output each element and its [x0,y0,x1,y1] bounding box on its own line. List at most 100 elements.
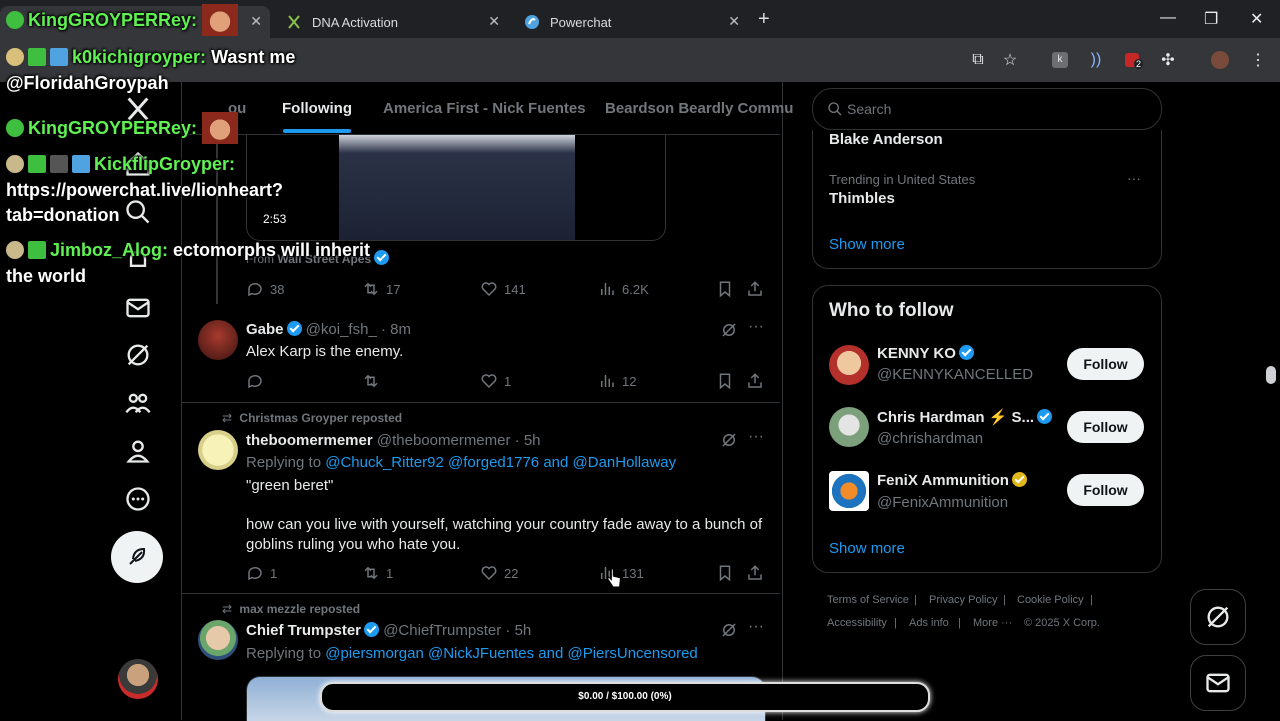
extension-audio-icon[interactable]: )) [1086,50,1106,70]
repost-stat[interactable] [362,372,386,390]
author-handle[interactable]: @ChiefTrumpster [383,622,501,639]
author-handle[interactable]: @koi_fsh_ [306,321,377,338]
close-window-icon[interactable]: ✕ [1250,9,1263,29]
post-time[interactable]: · 5h [505,622,531,639]
avatar[interactable] [829,345,869,385]
suggestion-name[interactable]: FeniX Ammunition [877,472,1027,489]
bookmark-button[interactable] [716,372,740,390]
like-stat[interactable]: 22 [480,564,518,582]
footer-ads-link[interactable]: Ads info [909,617,949,629]
trend-more-icon[interactable]: ··· [1127,170,1141,186]
show-more-link[interactable]: Show more [829,540,905,557]
mention-link[interactable]: @NickJFuentes [428,645,534,662]
minimize-icon[interactable]: — [1160,9,1176,27]
mention-link[interactable]: @Chuck_Ritter92 [325,454,444,471]
account-avatar[interactable] [118,659,158,699]
profile-icon[interactable] [124,437,152,465]
tab-following[interactable]: Following [282,100,352,117]
mention-link[interactable]: @piersmorgan [325,645,424,662]
communities-icon[interactable] [124,389,152,417]
suggestion-handle[interactable]: @chrishardman [877,430,983,447]
page-scrollbar-thumb[interactable] [1266,366,1276,384]
views-stat[interactable]: 6.2K [598,280,649,298]
author-name[interactable]: Gabe [246,321,284,338]
extensions-puzzle-icon[interactable]: ✣ [1158,50,1178,70]
post-more-icon[interactable]: ··· [748,428,764,446]
suggestion-name[interactable]: Chris Hardman ⚡ S... [877,408,1053,426]
reply-stat[interactable]: 38 [246,280,284,298]
restore-icon[interactable]: ❐ [1204,9,1218,29]
compose-post-button[interactable] [111,531,163,583]
share-button[interactable] [746,280,770,298]
repost-by-label[interactable]: max mezzle reposted [239,602,360,616]
trend-name[interactable]: Thimbles [829,190,895,207]
close-tab-icon[interactable]: ✕ [728,13,740,30]
extension-red-icon[interactable]: 2 [1122,50,1144,70]
browser-tab-powerchat[interactable]: Powerchat ✕ [514,6,748,38]
tab-beardson-community[interactable]: Beardson Beardly Commu [605,100,793,117]
footer-accessibility-link[interactable]: Accessibility [827,617,887,629]
new-tab-plus-icon[interactable]: + [758,8,770,31]
profile-avatar-icon[interactable] [1210,50,1230,70]
post-time[interactable]: · 5h [515,432,541,449]
install-app-icon[interactable]: ⧉ [968,50,988,70]
mention-link[interactable]: @DanHollaway [573,454,677,471]
follow-button[interactable]: Follow [1067,348,1144,380]
reply-stat[interactable] [246,372,270,390]
avatar[interactable] [829,407,869,447]
repost-by-label[interactable]: Christmas Groyper reposted [239,411,402,425]
video-preview[interactable]: 2:53 [246,134,666,241]
repost-stat[interactable]: 1 [362,564,393,582]
suggestion-handle[interactable]: @FenixAmmunition [877,494,1008,511]
bookmark-star-icon[interactable]: ☆ [1000,50,1020,70]
footer-privacy-link[interactable]: Privacy Policy [929,594,997,606]
messages-envelope-icon[interactable] [124,294,152,322]
extension-k-icon[interactable]: k [1050,50,1070,70]
bookmark-button[interactable] [716,280,740,298]
repost-stat[interactable]: 17 [362,280,400,298]
more-circle-icon[interactable] [124,485,152,513]
grok-floating-button[interactable] [1190,589,1246,645]
trend-name[interactable]: Blake Anderson [829,131,943,148]
grok-post-icon[interactable] [720,621,738,644]
grok-post-icon[interactable] [720,321,738,344]
author-name[interactable]: Chief Trumpster [246,622,361,639]
messages-floating-button[interactable] [1190,655,1246,711]
mention-link[interactable]: @PiersUncensored [567,645,697,662]
avatar[interactable] [198,430,238,470]
avatar[interactable] [198,620,238,660]
browser-tab-dna-activation[interactable]: DNA Activation ✕ [276,6,508,38]
footer-more-link[interactable]: More ··· [973,617,1012,629]
reply-icon [248,282,262,297]
post-more-icon[interactable]: ··· [748,618,764,636]
show-more-link[interactable]: Show more [829,236,905,253]
reply-stat[interactable]: 1 [246,564,277,582]
avatar[interactable] [198,320,238,360]
close-tab-icon[interactable]: ✕ [488,13,500,30]
suggestion-handle[interactable]: @KENNYKANCELLED [877,366,1033,383]
bookmark-button[interactable] [716,564,740,582]
browser-menu-icon[interactable]: ⋮ [1248,50,1268,70]
suggestion-name[interactable]: KENNY KO [877,345,974,362]
footer-terms-link[interactable]: Terms of Service [827,594,909,606]
views-stat[interactable]: 12 [598,372,636,390]
grok-post-icon[interactable] [720,431,738,454]
like-stat[interactable]: 141 [480,280,526,298]
close-tab-icon[interactable]: ✕ [250,13,262,30]
share-button[interactable] [746,372,770,390]
follow-button[interactable]: Follow [1067,411,1144,443]
search-nav-icon[interactable] [124,198,152,226]
author-name[interactable]: theboomermemer [246,432,373,449]
avatar[interactable] [829,471,869,511]
search-input[interactable]: Search [812,88,1162,130]
post-time[interactable]: · 8m [381,321,411,338]
mention-link[interactable]: @forged1776 [448,454,539,471]
post-more-icon[interactable]: ··· [748,318,764,336]
follow-button[interactable]: Follow [1067,474,1144,506]
footer-cookie-link[interactable]: Cookie Policy [1017,594,1084,606]
grok-icon[interactable] [124,341,152,369]
author-handle[interactable]: @theboomermemer [377,432,511,449]
like-stat[interactable]: 1 [480,372,511,390]
tab-america-first[interactable]: America First - Nick Fuentes [383,100,586,117]
share-button[interactable] [746,564,770,582]
